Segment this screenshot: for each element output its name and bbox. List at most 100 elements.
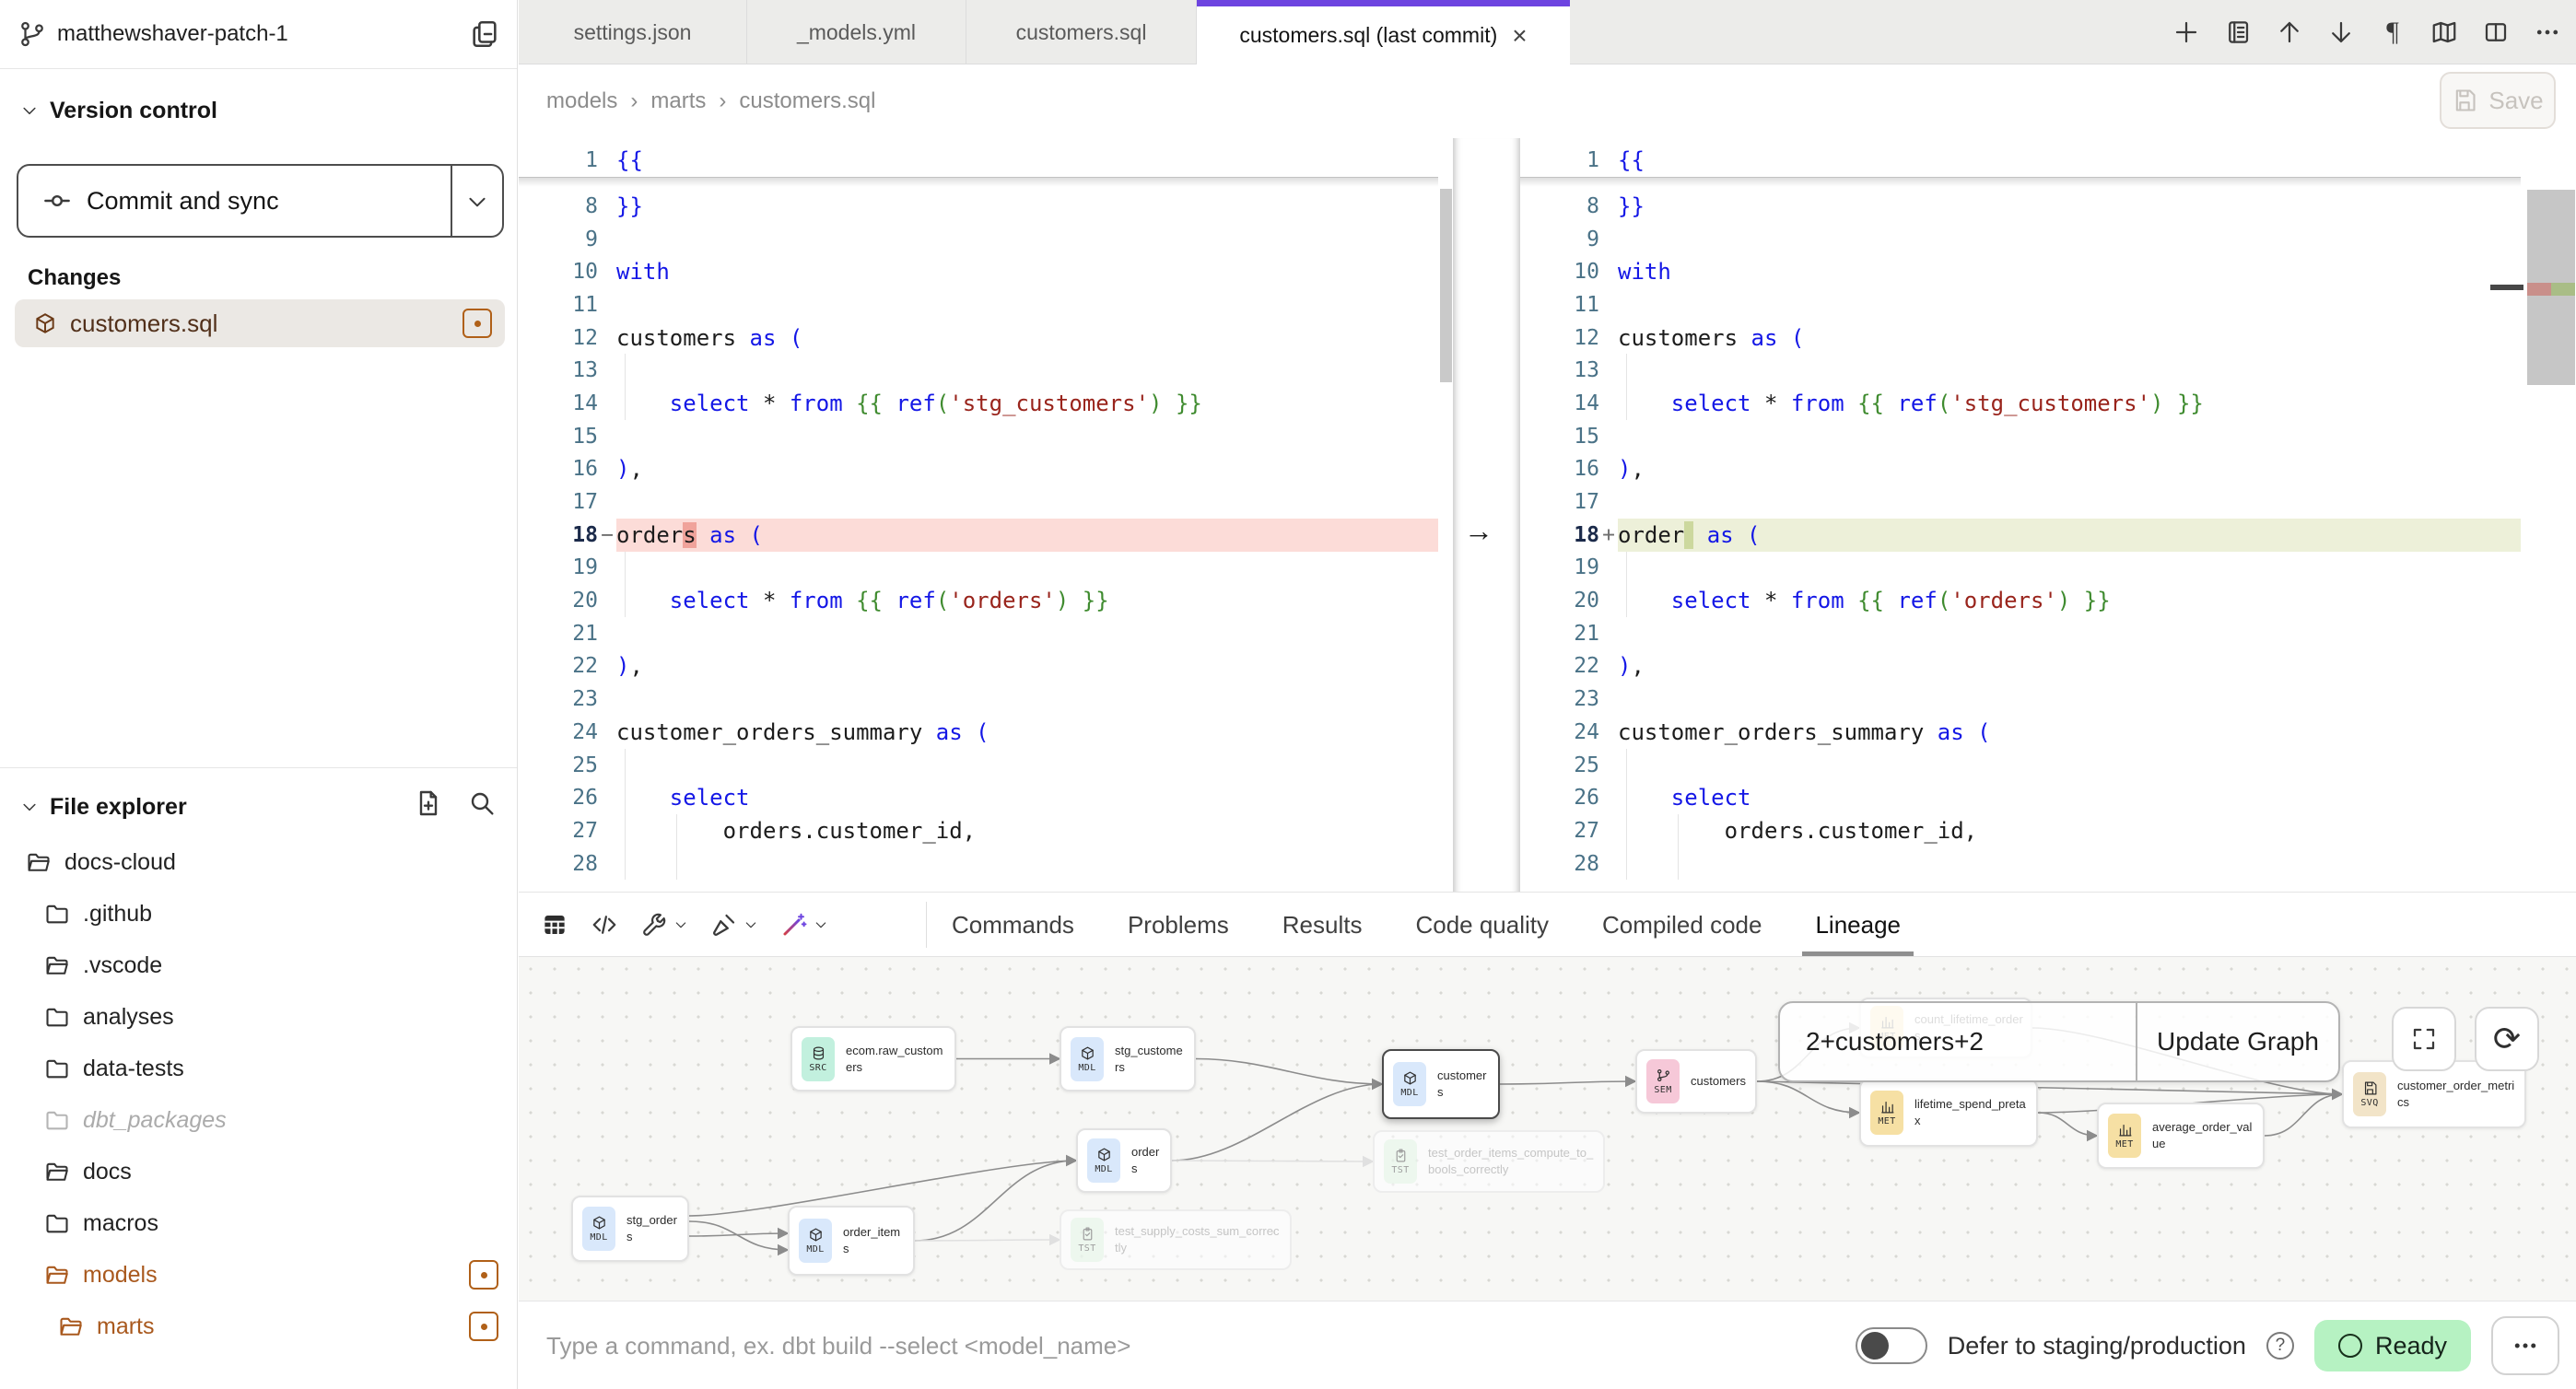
fullscreen-icon (2410, 1025, 2438, 1053)
lineage-node-customers[interactable]: SEMcustomers (1635, 1049, 1757, 1114)
panel-tab-compiled-code[interactable]: Compiled code (1602, 893, 1762, 957)
panel-tab-results[interactable]: Results (1282, 893, 1363, 957)
panel-tab-lineage[interactable]: Lineage (1815, 893, 1901, 957)
version-control-header[interactable]: Version control 1 (0, 85, 517, 136)
code-content: {{ (1618, 144, 2521, 177)
save-icon (2452, 88, 2477, 113)
fullscreen-button[interactable] (2392, 1007, 2456, 1071)
line-number: 19 (1520, 555, 1599, 579)
code-content: orders.customer_id, (1618, 814, 2521, 847)
diff-marker: + (1599, 523, 1618, 547)
file-tree-item-dbt-packages[interactable]: dbt_packages (0, 1094, 517, 1146)
panel-tab-problems[interactable]: Problems (1128, 893, 1229, 957)
tab-customers-sql-last-commit-[interactable]: customers.sql (last commit)× (1197, 0, 1570, 64)
build-tools-icon[interactable] (640, 911, 688, 939)
code-line-21: 21 (519, 617, 1438, 650)
cube-icon: MDL (582, 1207, 615, 1251)
code-line-19: 19 (519, 552, 1438, 585)
breadcrumb-item[interactable]: customers.sql (739, 88, 875, 114)
diff-pane-modified[interactable]: 1{{8}}910with1112customers as (1314 sele… (1520, 138, 2521, 892)
file-tree-item-data-tests[interactable]: data-tests (0, 1043, 517, 1094)
split-editor-icon[interactable] (2480, 17, 2512, 48)
file-tree-item-docs-cloud[interactable]: docs-cloud (0, 836, 517, 888)
lineage-node-order-items[interactable]: MDLorder_items (788, 1206, 915, 1276)
code-content (1618, 683, 2521, 716)
close-icon[interactable]: × (1512, 23, 1527, 49)
commit-and-sync-button[interactable]: Commit and sync (17, 164, 504, 238)
file-tree-item-models[interactable]: models (0, 1249, 517, 1301)
lineage-graph[interactable]: 2+customers+2 Update Graph ⟳ SRCecom.raw… (519, 956, 2576, 1301)
panel-tab-commands[interactable]: Commands (952, 893, 1074, 957)
code-line-15: 15 (519, 420, 1438, 453)
search-icon[interactable] (467, 788, 497, 818)
lineage-node-stg-orders[interactable]: MDLstg_orders (571, 1196, 689, 1262)
tab-customers-sql[interactable]: customers.sql (966, 0, 1197, 64)
lineage-node-stg-customers[interactable]: MDLstg_customers (1060, 1026, 1196, 1091)
update-graph-button[interactable]: Update Graph (2137, 1003, 2338, 1080)
lineage-node-lifetime-spend-pretax[interactable]: METlifetime_spend_pretax (1859, 1079, 2038, 1147)
lineage-node-test-order-items-compute-to-bools-correctly[interactable]: TSTtest_order_items_compute_to_bools_cor… (1373, 1130, 1605, 1193)
tab-label: _models.yml (797, 20, 916, 45)
file-tree-item--github[interactable]: .github (0, 888, 517, 940)
format-icon[interactable] (710, 911, 758, 939)
results-table-icon[interactable] (541, 911, 568, 939)
line-number: 10 (1520, 260, 1599, 284)
diff-pane-original[interactable]: 1{{8}}910with1112customers as (1314 sele… (519, 138, 1438, 892)
folded-region[interactable] (519, 177, 1438, 190)
lineage-node-customers[interactable]: MDLcustomers (1382, 1049, 1500, 1119)
add-tab-icon[interactable] (2171, 17, 2202, 48)
file-tree-item--vscode[interactable]: .vscode (0, 940, 517, 991)
code-content: select * from {{ ref('orders') }} (1618, 584, 2521, 617)
breadcrumb-item[interactable]: models (546, 88, 617, 114)
command-input[interactable]: Type a command, ex. dbt build --select <… (546, 1301, 1130, 1389)
folded-region[interactable] (1520, 177, 2521, 190)
file-tree-item-docs[interactable]: docs (0, 1146, 517, 1197)
breadcrumb-item[interactable]: marts (650, 88, 706, 114)
chart-icon: MET (1870, 1091, 1903, 1135)
line-number: 22 (1520, 654, 1599, 678)
panel-tab-code-quality[interactable]: Code quality (1415, 893, 1549, 957)
code-line-16: 16), (1520, 453, 2521, 486)
chevron-down-icon[interactable] (465, 190, 489, 214)
file-tree-item-macros[interactable]: macros (0, 1197, 517, 1249)
defer-label: Defer to staging/production (1948, 1332, 2246, 1360)
lineage-node-orders[interactable]: MDLorders (1076, 1128, 1172, 1193)
code-content: with (616, 255, 1438, 288)
file-name: marts (97, 1313, 155, 1340)
save-button[interactable]: Save (2440, 72, 2556, 129)
overview-ruler-deletion-mark (2527, 283, 2551, 296)
tab--models-yml[interactable]: _models.yml (747, 0, 966, 64)
folder-closed-icon (44, 1056, 70, 1081)
lineage-selector-input[interactable]: 2+customers+2 (1780, 1003, 2137, 1080)
compiled-code-icon[interactable] (591, 911, 618, 939)
code-content (616, 749, 1438, 782)
lineage-node-ecom-raw-customers[interactable]: SRCecom.raw_customers (790, 1026, 956, 1091)
file-tree-item-analyses[interactable]: analyses (0, 991, 517, 1043)
changed-file-customers-sql[interactable]: customers.sql (15, 299, 505, 347)
copy-icon[interactable] (469, 18, 500, 50)
code-content (616, 288, 1438, 321)
scroll-down-icon[interactable] (2325, 17, 2357, 48)
node-label: stg_customers (1115, 1043, 1187, 1075)
file-tree-item-marts[interactable]: marts (0, 1301, 517, 1352)
whitespace-pilcrow-icon[interactable]: ¶ (2377, 17, 2408, 48)
revert-arrow-icon[interactable]: → (1464, 514, 1493, 548)
line-number: 22 (519, 654, 598, 678)
code-line-15: 15 (1520, 420, 2521, 453)
new-file-icon[interactable] (414, 788, 443, 818)
current-diff-marker (2490, 285, 2523, 290)
tab-settings-json[interactable]: settings.json (519, 0, 747, 64)
lineage-node-test-supply-costs-sum-correctly[interactable]: TSTtest_supply_costs_sum_correctly (1060, 1209, 1292, 1270)
refresh-graph-button[interactable]: ⟳ (2475, 1007, 2539, 1071)
scroll-up-icon[interactable] (2274, 17, 2305, 48)
minimap-icon[interactable] (2429, 17, 2460, 48)
line-number: 25 (1520, 753, 1599, 777)
more-actions-button[interactable] (2491, 1316, 2559, 1375)
more-options-icon[interactable] (2532, 17, 2563, 48)
help-icon[interactable]: ? (2266, 1332, 2294, 1360)
defer-toggle[interactable] (1856, 1327, 1927, 1364)
ai-fix-wand-icon[interactable] (780, 911, 828, 939)
left-scrollbar-thumb[interactable] (1440, 189, 1452, 382)
outline-icon[interactable] (2222, 17, 2254, 48)
lineage-node-average-order-value[interactable]: METaverage_order_value (2097, 1103, 2265, 1169)
